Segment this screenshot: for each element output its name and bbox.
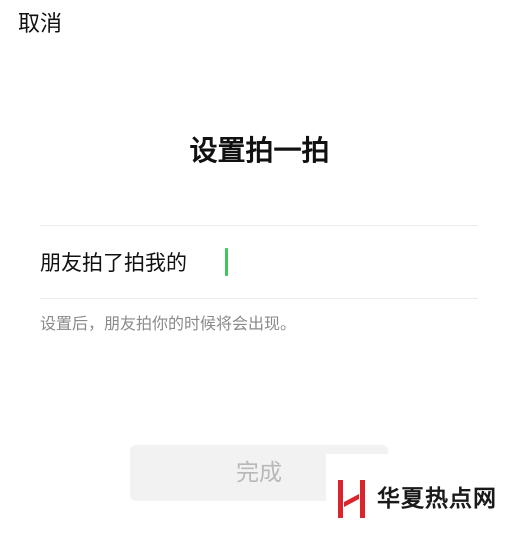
pat-prefix-label: 朋友拍了拍我的: [40, 251, 187, 275]
divider-top: [40, 225, 478, 226]
text-caret: [225, 248, 228, 276]
page-title: 设置拍一拍: [189, 134, 330, 167]
pat-suffix-input[interactable]: [207, 248, 407, 278]
pat-input-row[interactable]: 朋友拍了拍我的: [40, 245, 478, 281]
watermark: 华夏热点网: [326, 454, 519, 541]
divider-bottom: [40, 298, 478, 299]
cancel-button[interactable]: 取消: [18, 9, 62, 41]
hint-text: 设置后，朋友拍你的时候将会出现。: [40, 314, 297, 333]
watermark-logo-icon: [338, 480, 365, 518]
watermark-text: 华夏热点网: [377, 485, 497, 512]
